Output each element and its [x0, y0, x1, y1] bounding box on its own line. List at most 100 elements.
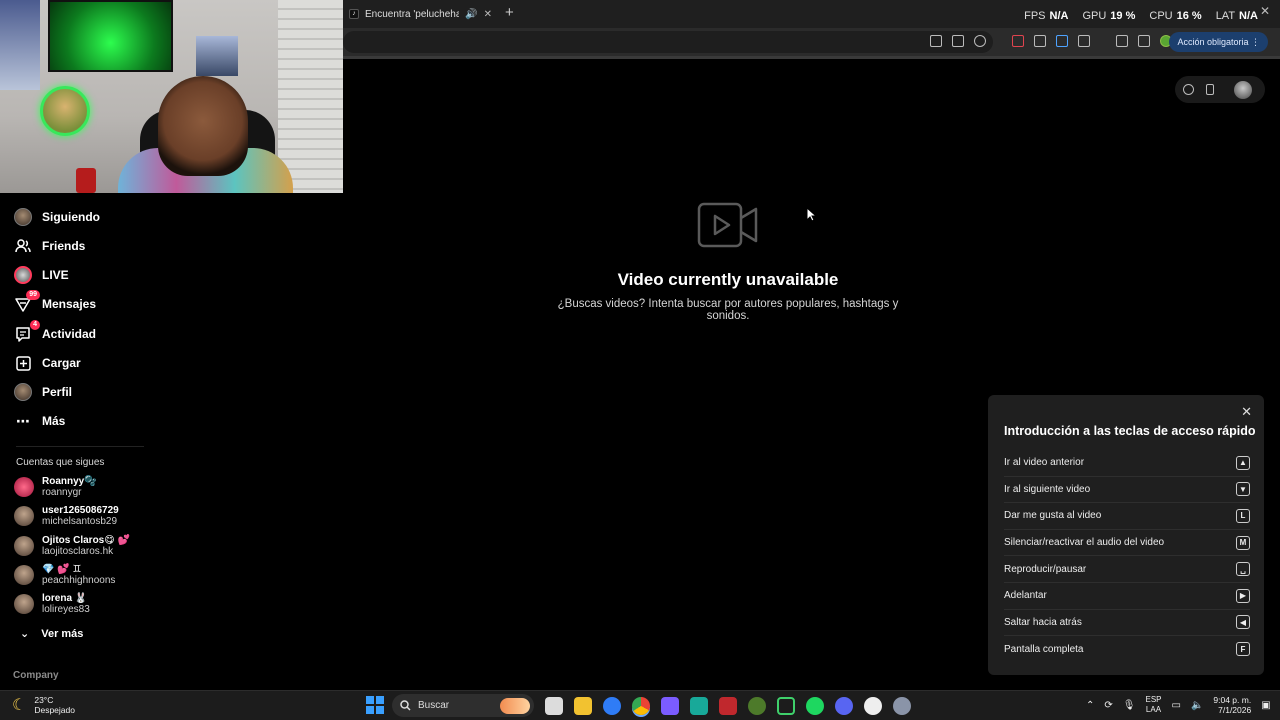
- action-required-button[interactable]: Acción obligatoria ⋮: [1169, 32, 1268, 52]
- task-view-icon[interactable]: [545, 697, 563, 715]
- shortcut-label: Saltar hacia atrás: [1004, 616, 1082, 628]
- temperature: 23°C: [34, 695, 54, 705]
- tab-title: Encuentra 'pelucheharden': [365, 8, 460, 20]
- sidebar-item-friends[interactable]: Friends: [14, 235, 85, 257]
- following-accounts-heading: Cuentas que sigues: [16, 457, 105, 468]
- toolbar-icons: [930, 35, 1172, 47]
- account-avatar: [14, 477, 34, 497]
- gamepad-icon[interactable]: [661, 697, 679, 715]
- extension-grid-icon[interactable]: [1034, 35, 1046, 47]
- system-tray: ⌃ ⟳ 🎙 ESP LAA ▭ 🔈 9:04 p. m. 7/1/2026 ▣: [1086, 695, 1271, 715]
- account-avatar: [14, 594, 34, 614]
- shortcut-label: Silenciar/reactivar el audio del video: [1004, 537, 1165, 549]
- browser-tab[interactable]: ♪ Encuentra 'pelucheharden' 🔊 ✕: [343, 3, 498, 25]
- followed-account[interactable]: Ojitos Claros😋 💕 laojitosclaros.hk: [14, 533, 130, 559]
- sidebar-item-label: Cargar: [42, 356, 81, 370]
- discord-icon[interactable]: [835, 697, 853, 715]
- followed-account[interactable]: lorena 🐰 lolireyes83: [14, 591, 90, 617]
- bookmark-star-icon[interactable]: [974, 35, 986, 47]
- sidebar-item-profile[interactable]: Perfil: [14, 381, 72, 403]
- network-icon[interactable]: ▭: [1172, 700, 1181, 711]
- search-placeholder: Buscar: [418, 700, 450, 711]
- shortcut-label: Reproducir/pausar: [1004, 563, 1087, 575]
- close-tab-icon[interactable]: ✕: [484, 9, 492, 20]
- window-close-icon[interactable]: ✕: [1260, 4, 1270, 18]
- chevron-up-icon[interactable]: ⌃: [1086, 700, 1094, 711]
- app-globe-icon[interactable]: [748, 697, 766, 715]
- app-red-icon[interactable]: [719, 697, 737, 715]
- arrow-left-key-icon: ◀: [1236, 615, 1250, 630]
- speaker-icon[interactable]: 🔊: [465, 9, 477, 20]
- spotify-icon[interactable]: [806, 697, 824, 715]
- account-name: lorena 🐰: [42, 593, 88, 604]
- phone-icon[interactable]: [1206, 84, 1214, 95]
- chevron-down-icon: ⌄: [20, 628, 30, 640]
- obs-icon[interactable]: [864, 697, 882, 715]
- arrow-right-key-icon: ▶: [1236, 588, 1250, 603]
- see-more-button[interactable]: ⌄ Ver más: [20, 627, 83, 641]
- extension-red-icon[interactable]: [1012, 35, 1024, 47]
- arrow-down-key-icon: ▼: [1236, 482, 1250, 497]
- messages-icon: 99: [14, 290, 40, 313]
- sidebar-item-following[interactable]: Siguiendo: [14, 206, 100, 228]
- sidebar-item-label: Mensajes: [42, 297, 97, 311]
- sidebar-item-messages[interactable]: 99 Mensajes: [14, 290, 97, 315]
- video-camera-icon: [697, 202, 758, 248]
- taskbar-search[interactable]: Buscar: [392, 694, 534, 717]
- webcam-neon-avatar: [40, 86, 90, 136]
- language-indicator[interactable]: ESP LAA: [1145, 695, 1161, 715]
- compass-icon[interactable]: [1183, 84, 1194, 95]
- activity-icon: 4: [14, 320, 40, 343]
- followed-account[interactable]: user1265086729 michelsantosb29: [14, 503, 119, 529]
- translate-icon[interactable]: [930, 35, 942, 47]
- notifications-icon[interactable]: ▣: [1261, 700, 1270, 711]
- file-explorer-icon[interactable]: [574, 697, 592, 715]
- weather-widget[interactable]: ☾ 23°C Despejado: [12, 695, 75, 715]
- company-link[interactable]: Company: [13, 670, 59, 681]
- clock-time: 9:04 p. m.: [1213, 695, 1252, 705]
- new-tab-icon[interactable]: +: [505, 4, 514, 21]
- close-icon[interactable]: ✕: [1241, 404, 1252, 420]
- extension-blue-icon[interactable]: [1056, 35, 1068, 47]
- shortcut-label: Dar me gusta al video: [1004, 510, 1102, 522]
- followed-account[interactable]: Roannyy🫧 roannygr: [14, 474, 97, 500]
- lat-stat: LAT N/A: [1215, 10, 1258, 22]
- address-bar[interactable]: [343, 31, 993, 53]
- shortcut-label: Ir al video anterior: [1004, 457, 1085, 469]
- reading-list-icon[interactable]: [1138, 35, 1150, 47]
- upload-icon: [14, 354, 32, 372]
- microphone-icon[interactable]: 🎙: [1123, 700, 1136, 711]
- app-teal-icon[interactable]: [690, 697, 708, 715]
- sidebar-item-upload[interactable]: Cargar: [14, 352, 81, 374]
- account-avatar: [14, 536, 34, 556]
- clock[interactable]: 9:04 p. m. 7/1/2026: [1213, 695, 1251, 715]
- shortcut-row: Adelantar ▶: [1004, 583, 1250, 610]
- sidebar-item-live[interactable]: LIVE: [14, 264, 69, 286]
- sidebar-item-activity[interactable]: 4 Actividad: [14, 320, 96, 345]
- account-username: laojitosclaros.hk: [42, 546, 114, 557]
- webcam-person: [158, 76, 248, 176]
- downloads-icon[interactable]: [1116, 35, 1128, 47]
- edge-icon[interactable]: [603, 697, 621, 715]
- shortcut-row: Reproducir/pausar ␣: [1004, 556, 1250, 583]
- followed-account[interactable]: 💎 💕 ♊ peachhighnoons: [14, 562, 115, 588]
- sync-icon[interactable]: ⟳: [1104, 700, 1112, 711]
- settings-gear-icon[interactable]: [893, 697, 911, 715]
- app-play-icon[interactable]: [777, 697, 795, 715]
- volume-icon[interactable]: 🔈: [1191, 700, 1203, 711]
- chrome-icon[interactable]: [632, 697, 650, 715]
- space-key-icon: ␣: [1236, 562, 1250, 577]
- sidebar-item-label: LIVE: [42, 268, 69, 282]
- windows-start-icon[interactable]: [366, 696, 384, 714]
- install-app-icon[interactable]: [952, 35, 964, 47]
- search-highlight-image: [500, 697, 530, 714]
- user-avatar[interactable]: [1234, 80, 1252, 99]
- webcam-poster-right: [196, 36, 238, 76]
- sidebar-item-more[interactable]: ⋯ Más: [14, 410, 65, 432]
- more-dots-icon: ⋯: [16, 412, 30, 429]
- sidebar-item-label: Más: [42, 414, 66, 428]
- extensions-puzzle-icon[interactable]: [1078, 35, 1090, 47]
- account-name: 💎 💕 ♊: [42, 564, 82, 575]
- cpu-stat: CPU 16 %: [1149, 10, 1202, 22]
- shortcut-label: Ir al siguiente video: [1004, 483, 1091, 495]
